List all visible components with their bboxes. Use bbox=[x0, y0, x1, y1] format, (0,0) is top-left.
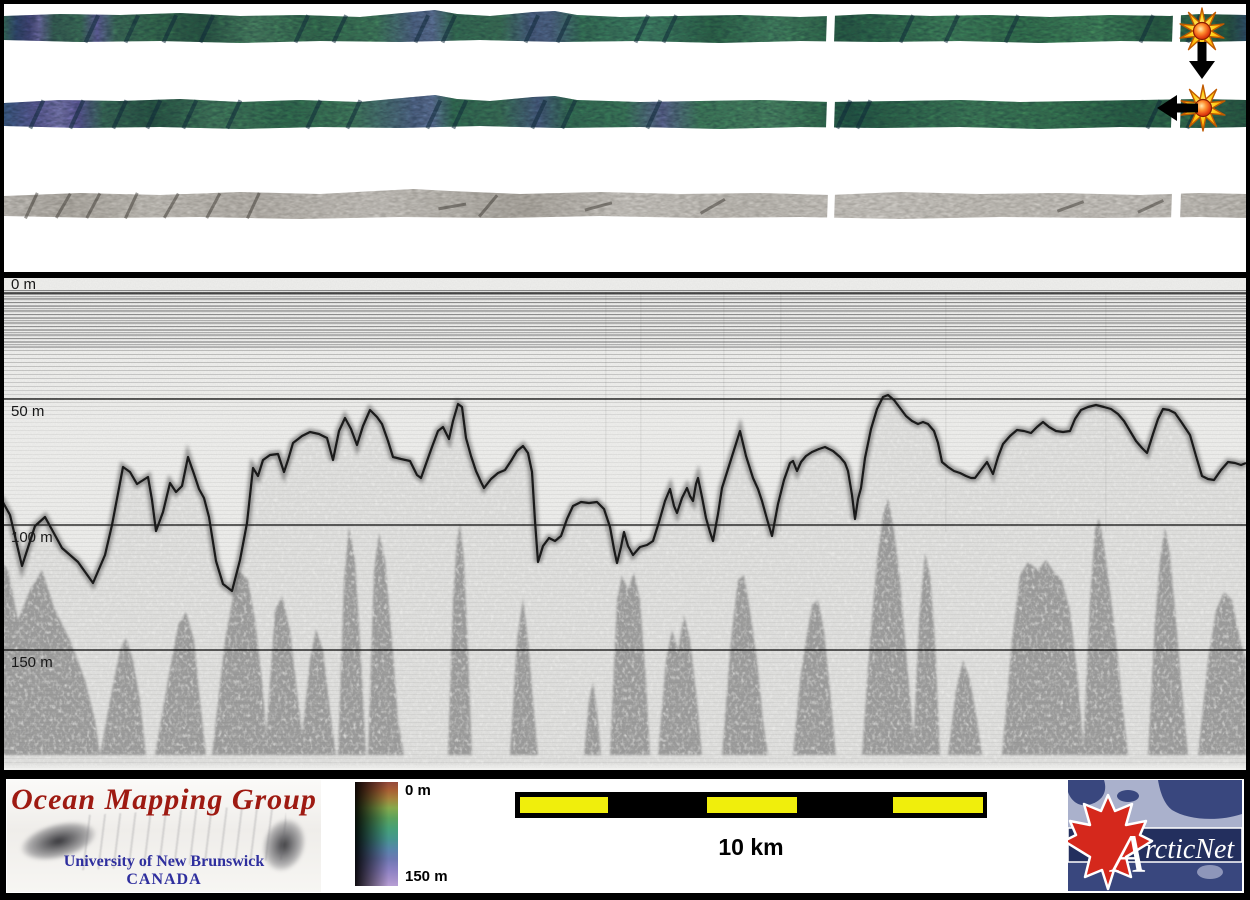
arcticnet-map-island bbox=[1117, 790, 1139, 802]
track-gap bbox=[826, 187, 836, 224]
frame-left bbox=[0, 0, 4, 770]
figure-canvas: 0 m 50 m 100 m 150 m Ocean Mapping Group Un… bbox=[0, 0, 1250, 900]
scale-bar-segment bbox=[707, 797, 797, 813]
colorbar-top-label: 0 m bbox=[405, 782, 431, 799]
track-gap bbox=[825, 9, 836, 48]
footer-bar: Ocean Mapping Group University of New Br… bbox=[0, 770, 1250, 900]
arcticnet-logo: ArcticNet bbox=[1068, 780, 1242, 891]
scale-bar-segment bbox=[520, 797, 608, 813]
multibeam-sidescan-panel bbox=[4, 7, 1246, 224]
track-gap bbox=[1170, 187, 1182, 224]
sidescan-strip bbox=[4, 187, 1246, 224]
scale-bar-segment bbox=[893, 797, 983, 813]
track-gap bbox=[1171, 9, 1182, 48]
subbottom-echogram: 0 m50 m100 m150 m bbox=[0, 278, 1250, 770]
scale-bar-label: 10 km bbox=[718, 834, 784, 860]
panel-divider bbox=[0, 272, 1250, 278]
multibeam-swath-line2 bbox=[4, 94, 1246, 134]
frame-right bbox=[1246, 0, 1250, 770]
track-gap bbox=[825, 94, 836, 134]
omg-title: Ocean Mapping Group bbox=[11, 783, 317, 816]
scale-bar bbox=[515, 792, 987, 818]
starburst-core bbox=[1192, 21, 1212, 41]
omg-logo: Ocean Mapping Group University of New Br… bbox=[7, 780, 321, 892]
speckle-grain-overlay bbox=[4, 278, 1246, 768]
arrow-down-head bbox=[1189, 61, 1215, 79]
omg-university: University of New Brunswick bbox=[63, 853, 265, 870]
colorbar-bottom-label: 150 m bbox=[405, 868, 448, 885]
omg-country: CANADA bbox=[126, 871, 202, 888]
multibeam-swath-line1 bbox=[4, 9, 1246, 48]
footer-panel: Ocean Mapping Group University of New Br… bbox=[6, 779, 1244, 893]
frame-top bbox=[0, 0, 1250, 4]
arcticnet-map-island bbox=[1197, 865, 1223, 879]
depth-colorbar bbox=[355, 782, 398, 886]
